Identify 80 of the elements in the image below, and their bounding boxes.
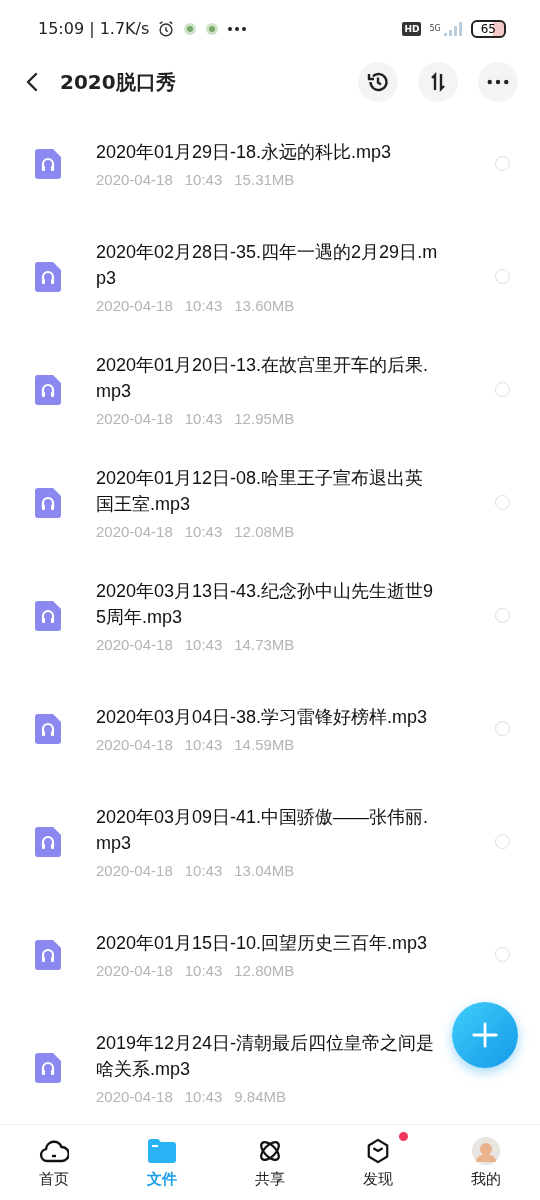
avatar-icon bbox=[471, 1136, 501, 1166]
audio-file-icon bbox=[35, 261, 61, 292]
history-button[interactable] bbox=[358, 62, 398, 103]
signal-icon bbox=[442, 20, 463, 37]
more-icon bbox=[487, 79, 509, 86]
nav-tab[interactable]: 共享 bbox=[216, 1125, 324, 1200]
nav-tab[interactable]: 首页 bbox=[0, 1125, 108, 1200]
file-date: 2020-04-18 bbox=[96, 1088, 173, 1105]
back-icon[interactable] bbox=[26, 72, 38, 93]
file-time: 10:43 bbox=[184, 962, 223, 979]
file-date: 2020-04-18 bbox=[96, 297, 173, 314]
audio-file-icon bbox=[35, 600, 61, 631]
nav-tab[interactable]: 发现 bbox=[324, 1125, 432, 1200]
file-item[interactable]: 2020年03月04日-38.学习雷锋好榜样.mp3 2020-04-18 10:43 14.59MB bbox=[0, 672, 540, 785]
file-date: 2020-04-18 bbox=[96, 171, 173, 188]
file-time: 10:43 bbox=[184, 523, 223, 540]
file-time: 10:43 bbox=[184, 862, 223, 879]
more-button[interactable] bbox=[478, 62, 518, 103]
file-date: 2020-04-18 bbox=[96, 523, 173, 540]
file-item[interactable]: 2019年12月24日-清朝最后四位皇帝之间是啥关系.mp3 2020-04-18 10:43 9.84MB bbox=[0, 1011, 540, 1124]
file-item[interactable]: 2020年02月28日-35.四年一遇的2月29日.mp3 2020-04-18 10:43 13.60MB bbox=[0, 220, 540, 333]
file-item[interactable]: 2020年03月13日-43.纪念孙中山先生逝世95周年.mp3 2020-04-18 10:43 14.73MB bbox=[0, 559, 540, 672]
file-size: 14.59MB bbox=[234, 736, 295, 753]
file-name: 2020年03月04日-38.学习雷锋好榜样.mp3 bbox=[96, 706, 429, 729]
notification-dot bbox=[399, 1132, 408, 1141]
file-time: 10:43 bbox=[184, 736, 223, 753]
file-date: 2020-04-18 bbox=[96, 410, 173, 427]
file-name: 2020年01月29日-18.永远的科比.mp3 bbox=[96, 141, 393, 164]
file-name: 2020年01月15日-10.回望历史三百年.mp3 bbox=[96, 932, 429, 955]
file-item[interactable]: 2020年01月15日-10.回望历史三百年.mp3 2020-04-18 10:43 12.80MB bbox=[0, 898, 540, 1011]
audio-file-icon bbox=[35, 487, 61, 518]
page-title: 2020脱口秀 bbox=[60, 68, 176, 96]
file-size: 13.60MB bbox=[234, 297, 295, 314]
file-item[interactable]: 2020年01月12日-08.哈里王子宣布退出英国王室.mp3 2020-04-18 10:43 12.08MB bbox=[0, 446, 540, 559]
file-date: 2020-04-18 bbox=[96, 636, 173, 653]
cube-icon bbox=[366, 1138, 390, 1164]
audio-file-icon bbox=[35, 939, 61, 970]
file-size: 12.08MB bbox=[234, 523, 295, 540]
file-size: 14.73MB bbox=[234, 636, 295, 653]
plus-icon bbox=[471, 1021, 499, 1049]
file-size: 15.31MB bbox=[234, 171, 295, 188]
file-name: 2019年12月24日-清朝最后四位皇帝之间是啥关系.mp3 bbox=[96, 1032, 436, 1081]
file-name: 2020年02月28日-35.四年一遇的2月29日.mp3 bbox=[96, 241, 439, 290]
nav-tab[interactable]: 我的 bbox=[432, 1125, 540, 1200]
more-icon bbox=[227, 25, 248, 32]
file-time: 10:43 bbox=[184, 410, 223, 427]
file-size: 12.80MB bbox=[234, 962, 295, 979]
audio-file-icon bbox=[35, 826, 61, 857]
file-date: 2020-04-18 bbox=[96, 962, 173, 979]
file-time: 10:43 bbox=[184, 1088, 223, 1105]
file-item[interactable]: 2020年03月09日-41.中国骄傲——张伟丽.mp3 2020-04-18 10:43 13.04MB bbox=[0, 785, 540, 898]
file-time: 10:43 bbox=[184, 171, 223, 188]
cloud-icon bbox=[39, 1139, 69, 1163]
folder-icon bbox=[148, 1139, 176, 1163]
atom-icon bbox=[257, 1138, 283, 1164]
file-time: 10:43 bbox=[184, 636, 223, 653]
network-label: 5G bbox=[429, 24, 441, 34]
app-icon bbox=[183, 21, 198, 36]
status-time: 15:09 | 1.7K/s bbox=[38, 19, 150, 39]
file-size: 13.04MB bbox=[234, 862, 295, 879]
file-item[interactable]: 2020年01月29日-18.永远的科比.mp3 2020-04-18 10:43 15.31MB bbox=[0, 107, 540, 220]
add-button[interactable] bbox=[452, 1002, 518, 1068]
audio-file-icon bbox=[35, 713, 61, 744]
audio-file-icon bbox=[35, 1052, 61, 1083]
file-size: 12.95MB bbox=[234, 410, 295, 427]
file-date: 2020-04-18 bbox=[96, 862, 173, 879]
sort-button[interactable] bbox=[418, 62, 458, 103]
battery-indicator: 65 bbox=[470, 19, 506, 38]
file-item[interactable]: 2020年01月20日-13.在故宫里开车的后果.mp3 2020-04-18 10:43 12.95MB bbox=[0, 333, 540, 446]
file-name: 2020年03月13日-43.纪念孙中山先生逝世95周年.mp3 bbox=[96, 580, 435, 629]
file-date: 2020-04-18 bbox=[96, 736, 173, 753]
file-size: 9.84MB bbox=[234, 1088, 286, 1105]
audio-file-icon bbox=[35, 374, 61, 405]
audio-file-icon bbox=[35, 148, 61, 179]
hd-badge: HD bbox=[402, 21, 422, 36]
file-name: 2020年03月09日-41.中国骄傲——张伟丽.mp3 bbox=[96, 806, 430, 855]
file-name: 2020年01月12日-08.哈里王子宣布退出英国王室.mp3 bbox=[96, 467, 425, 516]
file-time: 10:43 bbox=[184, 297, 223, 314]
file-name: 2020年01月20日-13.在故宫里开车的后果.mp3 bbox=[96, 354, 430, 403]
app-icon bbox=[205, 21, 220, 36]
